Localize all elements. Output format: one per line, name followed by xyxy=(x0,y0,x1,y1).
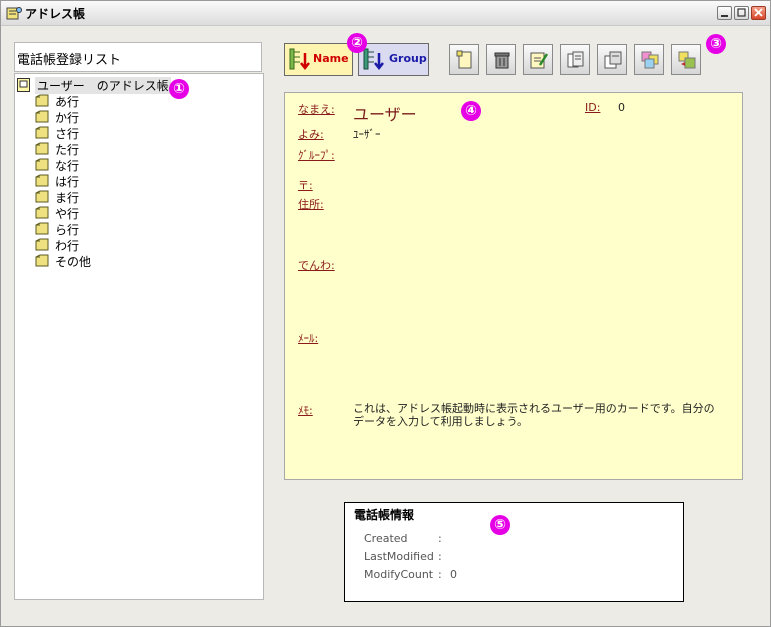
tree-item-label: た行 xyxy=(55,143,80,157)
yomi-value: ﾕｰｻﾞｰ xyxy=(353,128,381,141)
group-color-icon xyxy=(641,51,659,69)
sort-name-icon xyxy=(289,48,310,71)
close-button[interactable] xyxy=(751,6,766,20)
id-label: ID: xyxy=(585,101,601,114)
card-folder-icon xyxy=(35,158,49,171)
card-folder-icon xyxy=(35,254,49,267)
maximize-icon xyxy=(737,8,746,17)
marker-4: ④ xyxy=(461,101,481,121)
list-title: 電話帳登録リスト xyxy=(14,42,262,72)
edit-card-button[interactable] xyxy=(523,44,553,75)
card-folder-icon xyxy=(35,174,49,187)
new-card-button[interactable] xyxy=(449,44,479,75)
close-icon xyxy=(754,8,763,17)
tree-item-label: わ行 xyxy=(55,239,80,253)
info-row: Created: xyxy=(364,532,450,545)
sort-group-icon xyxy=(363,48,384,71)
title-bar[interactable]: アドレス帳 xyxy=(1,1,770,26)
card-folder-icon xyxy=(35,142,49,155)
sort-by-name-button[interactable]: Name xyxy=(284,43,353,76)
address-card: なまえ: ユーザー ID: 0 よみ: ﾕｰｻﾞｰ ｸﾞﾙｰﾌﾟ: 〒: 住所:… xyxy=(284,92,743,480)
group-color-button[interactable] xyxy=(634,44,664,75)
name-value: ユーザー xyxy=(353,105,417,124)
tree-item-label: その他 xyxy=(55,255,92,269)
name-label: なまえ: xyxy=(298,103,335,116)
tree-item-label: や行 xyxy=(55,207,80,221)
info-row: LastModified: xyxy=(364,550,450,563)
sort-by-group-button[interactable]: Group xyxy=(358,43,429,76)
zip-label: 〒: xyxy=(298,179,313,192)
info-value: 0 xyxy=(450,568,457,581)
app-window: アドレス帳 電話帳登録リスト ユーザー のアドレス帳 あ行 か行 さ行 た行 な… xyxy=(0,0,771,627)
address-label: 住所: xyxy=(298,198,324,211)
tree-item-label: か行 xyxy=(55,111,80,125)
card-folder-icon xyxy=(35,190,49,203)
phone-label: でんわ: xyxy=(298,259,335,272)
tree-root-label: ユーザー のアドレス帳 xyxy=(35,77,171,94)
group-move-button[interactable] xyxy=(671,44,701,75)
trash-icon xyxy=(494,52,510,69)
card-folder-icon xyxy=(35,126,49,139)
info-sep: : xyxy=(438,532,442,545)
tree-item-label: ら行 xyxy=(55,223,80,237)
address-tree[interactable]: ユーザー のアドレス帳 あ行 か行 さ行 た行 な行 は行 ま行 や行 ら行 わ… xyxy=(14,73,264,600)
card-folder-icon xyxy=(35,94,49,107)
card-folder-icon xyxy=(35,238,49,251)
group-label: ｸﾞﾙｰﾌﾟ: xyxy=(298,149,335,162)
card-folder-icon xyxy=(35,222,49,235)
memo-label: ﾒﾓ: xyxy=(298,404,313,417)
edit-icon xyxy=(530,52,549,69)
tree-item-label: ま行 xyxy=(55,191,80,205)
info-sep: : xyxy=(438,550,442,563)
minimize-button[interactable] xyxy=(717,6,732,20)
tree-item-label: は行 xyxy=(55,175,80,189)
info-title: 電話帳情報 xyxy=(354,508,415,522)
window-title: アドレス帳 xyxy=(25,7,86,21)
memo-value: これは、アドレス帳起動時に表示されるユーザー用のカードです。自分のデータを入力し… xyxy=(353,402,715,428)
copy-card-button[interactable] xyxy=(560,44,590,75)
marker-1: ① xyxy=(169,79,189,99)
new-card-icon xyxy=(456,50,472,69)
id-value: 0 xyxy=(618,101,625,114)
marker-5: ⑤ xyxy=(490,515,510,535)
mail-label: ﾒｰﾙ: xyxy=(298,332,319,345)
app-icon xyxy=(6,7,22,20)
group-move-icon xyxy=(678,51,696,69)
card-folder-icon xyxy=(35,206,49,219)
tree-item-label: な行 xyxy=(55,159,80,173)
info-key: LastModified xyxy=(364,550,434,563)
duplicate-card-button[interactable] xyxy=(597,44,627,75)
sort-name-label: Name xyxy=(313,52,349,65)
card-folder-icon xyxy=(35,110,49,123)
info-sep: : xyxy=(438,568,442,581)
tree-item-label: あ行 xyxy=(55,95,80,109)
marker-3: ③ xyxy=(706,34,726,54)
address-book-icon xyxy=(17,78,30,92)
delete-card-button[interactable] xyxy=(486,44,516,75)
info-key: Created xyxy=(364,532,408,545)
maximize-button[interactable] xyxy=(734,6,749,20)
sort-group-label: Group xyxy=(389,52,427,65)
minimize-icon xyxy=(721,15,728,17)
marker-2: ② xyxy=(347,33,367,53)
duplicate-icon xyxy=(604,51,622,69)
info-key: ModifyCount xyxy=(364,568,434,581)
info-row: ModifyCount:0 xyxy=(364,568,457,581)
copy-icon xyxy=(567,51,584,68)
tree-item-label: さ行 xyxy=(55,127,80,141)
phonebook-info-panel: 電話帳情報 Created: LastModified: ModifyCount… xyxy=(344,502,684,602)
yomi-label: よみ: xyxy=(298,128,324,141)
